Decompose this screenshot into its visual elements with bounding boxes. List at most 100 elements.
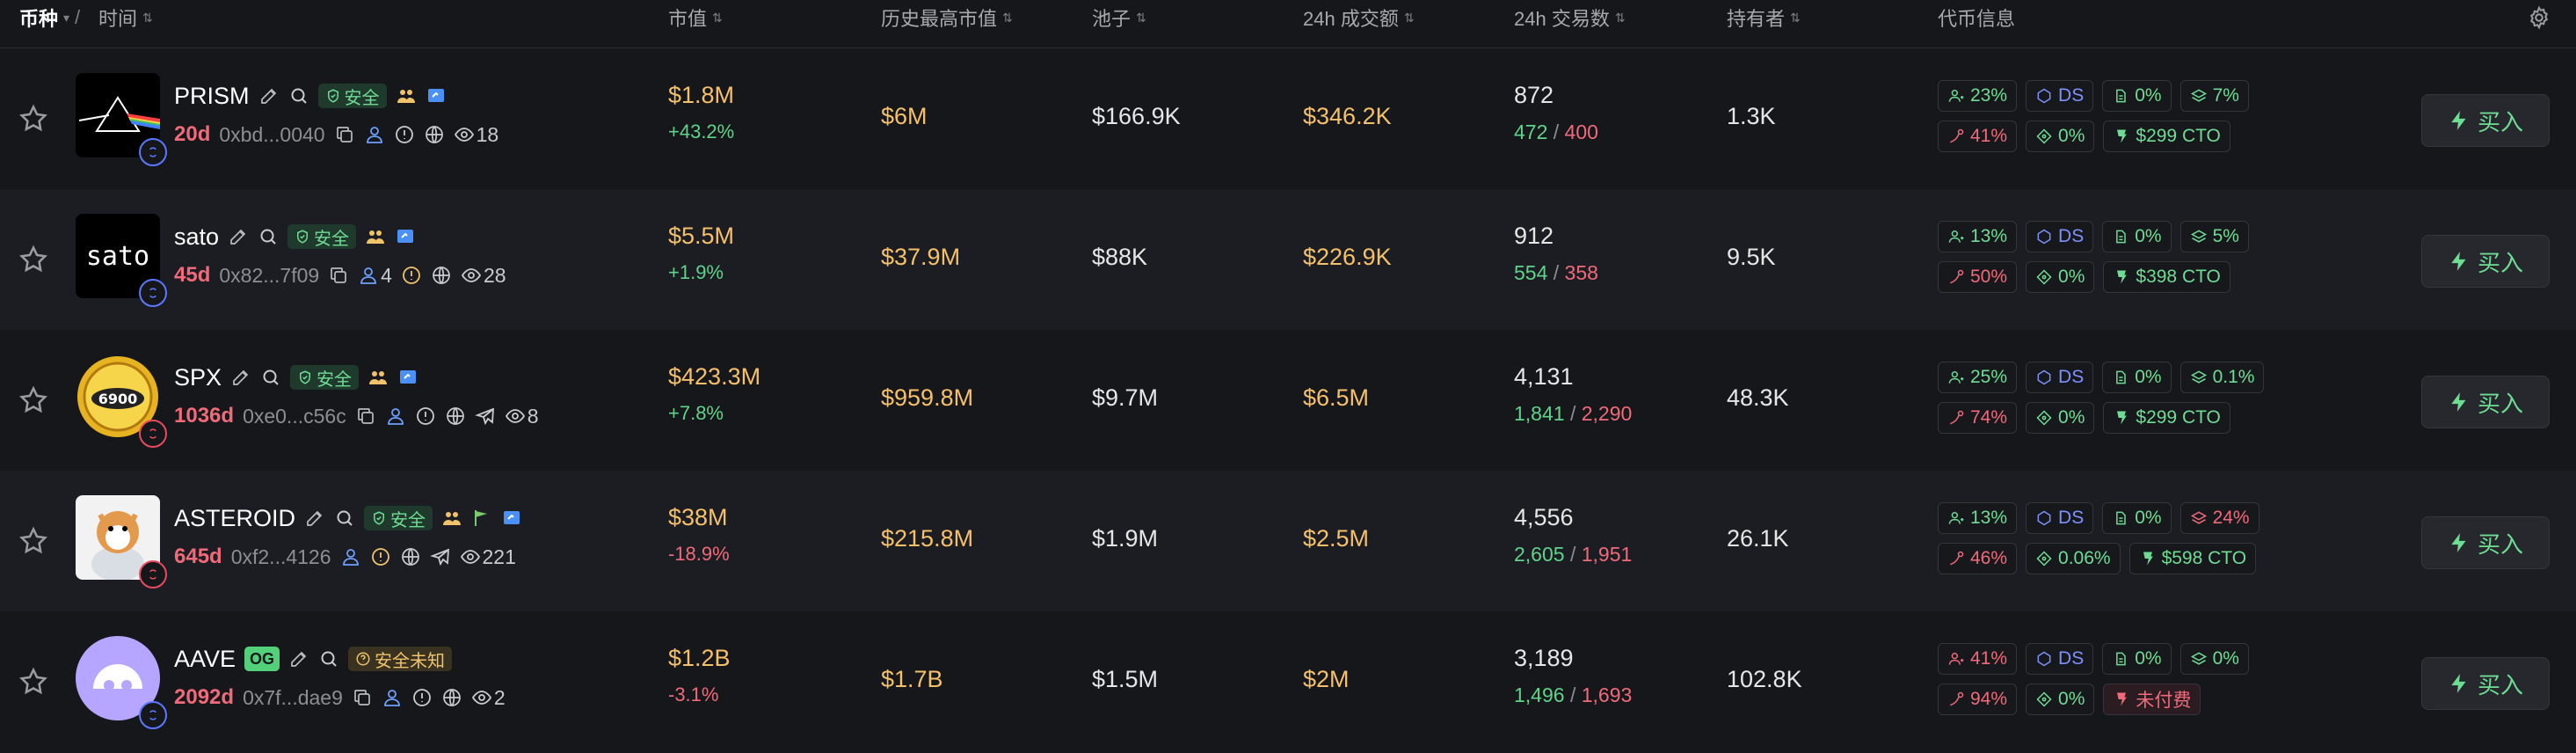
top10-chip[interactable]: 41% (1938, 643, 2018, 675)
sort-holders[interactable]: 持有者 ⇅ (1727, 0, 1801, 35)
cto-chip[interactable]: $598 CTO (2128, 543, 2257, 574)
alert-icon[interactable] (370, 546, 391, 567)
sort-time[interactable]: 时间 ⇅ (98, 0, 153, 35)
token-name[interactable]: ASTEROID (174, 505, 295, 532)
dev-chip[interactable]: 0% (2102, 502, 2172, 534)
alert-icon[interactable] (411, 687, 433, 708)
contract-address[interactable]: 0xf2...4126 (231, 545, 331, 569)
search-icon[interactable] (318, 648, 339, 669)
ds-chip[interactable]: DS (2026, 221, 2094, 252)
buy-button[interactable]: 买入 (2421, 657, 2550, 710)
holder-icon[interactable] (385, 406, 406, 427)
holder-icon[interactable] (364, 124, 385, 145)
website-icon[interactable] (424, 124, 445, 145)
website-icon[interactable] (400, 546, 421, 567)
dev-chip[interactable]: 0% (2102, 362, 2172, 393)
holder-icon[interactable] (358, 265, 379, 286)
favorite-star-icon[interactable] (18, 244, 49, 275)
telegram-icon[interactable] (429, 546, 451, 567)
holder-icon[interactable] (382, 687, 403, 708)
contract-address[interactable]: 0xbd...0040 (219, 123, 324, 147)
edit-icon[interactable] (288, 648, 309, 669)
community-icon[interactable] (396, 85, 417, 106)
flag-icon[interactable] (471, 508, 492, 529)
edit-icon[interactable] (304, 508, 325, 529)
insider-chip[interactable]: 0% (2026, 684, 2095, 715)
insider-chip[interactable]: 0% (2026, 402, 2095, 434)
copy-icon[interactable] (328, 265, 349, 286)
safety-tag[interactable]: 安全 (290, 365, 360, 390)
copy-icon[interactable] (334, 124, 355, 145)
ds-chip[interactable]: DS (2026, 502, 2094, 534)
views-icon[interactable] (505, 406, 526, 427)
buy-button[interactable]: 买入 (2421, 235, 2550, 288)
views-icon[interactable] (471, 687, 492, 708)
lp-chip[interactable]: 0.1% (2179, 362, 2265, 393)
sort-volume[interactable]: 24h 成交额 ⇅ (1303, 0, 1415, 35)
buy-button[interactable]: 买入 (2421, 516, 2550, 569)
insider-chip[interactable]: 0% (2026, 261, 2095, 293)
community-icon[interactable] (441, 508, 462, 529)
alert-icon[interactable] (394, 124, 415, 145)
search-icon[interactable] (288, 85, 309, 106)
cto-chip[interactable]: 未付费 (2103, 684, 2201, 715)
lp-chip[interactable]: 0% (2179, 643, 2249, 675)
table-row[interactable]: sato sato 安全 45d 0x82...7f09 4 28 $5.5M +… (0, 189, 2576, 330)
token-name[interactable]: SPX (174, 364, 222, 391)
edit-icon[interactable] (230, 367, 251, 388)
community-icon[interactable] (365, 226, 386, 247)
contract-address[interactable]: 0x82...7f09 (219, 264, 319, 288)
views-icon[interactable] (461, 265, 482, 286)
table-row[interactable]: PRISM 安全 20d 0xbd...0040 18 $1.8M +43.2%… (0, 48, 2576, 189)
edit-icon[interactable] (258, 85, 280, 106)
gear-icon[interactable] (2527, 5, 2551, 30)
buy-button[interactable]: 买入 (2421, 94, 2550, 147)
alert-icon[interactable] (401, 265, 422, 286)
views-icon[interactable] (460, 546, 481, 567)
copy-icon[interactable] (352, 687, 373, 708)
table-row[interactable]: ASTEROID 安全 645d 0xf2...4126 221 $38M -1… (0, 471, 2576, 611)
ds-chip[interactable]: DS (2026, 362, 2094, 393)
website-icon[interactable] (441, 687, 462, 708)
lp-chip[interactable]: 24% (2179, 502, 2259, 534)
cto-chip[interactable]: $398 CTO (2103, 261, 2230, 293)
sniper-chip[interactable]: 74% (1938, 402, 2018, 434)
insider-chip[interactable]: 0% (2026, 121, 2095, 152)
sniper-chip[interactable]: 50% (1938, 261, 2018, 293)
dev-chip[interactable]: 0% (2102, 643, 2172, 675)
dev-chip[interactable]: 0% (2102, 221, 2172, 252)
token-name[interactable]: PRISM (174, 83, 250, 110)
holder-icon[interactable] (340, 546, 361, 567)
contract-address[interactable]: 0xe0...c56c (243, 405, 346, 428)
top10-chip[interactable]: 13% (1938, 221, 2018, 252)
safety-unknown-tag[interactable]: 安全未知 (348, 647, 453, 671)
token-name[interactable]: AAVE (174, 646, 236, 673)
sort-tx[interactable]: 24h 交易数 ⇅ (1514, 0, 1626, 35)
insider-chip[interactable]: 0.06% (2026, 543, 2121, 574)
lp-chip[interactable]: 5% (2179, 221, 2249, 252)
chat-icon[interactable] (426, 85, 447, 106)
sort-pool[interactable]: 池子 ⇅ (1092, 0, 1146, 35)
sort-coin[interactable]: 币种 ▾ / (19, 0, 80, 35)
ds-chip[interactable]: DS (2026, 80, 2094, 112)
alert-icon[interactable] (415, 406, 436, 427)
copy-icon[interactable] (355, 406, 376, 427)
sniper-chip[interactable]: 41% (1938, 121, 2018, 152)
website-icon[interactable] (431, 265, 452, 286)
chat-icon[interactable] (395, 226, 416, 247)
sniper-chip[interactable]: 46% (1938, 543, 2018, 574)
cto-chip[interactable]: $299 CTO (2103, 121, 2230, 152)
favorite-star-icon[interactable] (18, 666, 49, 698)
safety-tag[interactable]: 安全 (317, 84, 387, 108)
favorite-star-icon[interactable] (18, 103, 49, 135)
sniper-chip[interactable]: 94% (1938, 684, 2018, 715)
cto-chip[interactable]: $299 CTO (2103, 402, 2230, 434)
community-icon[interactable] (367, 367, 389, 388)
top10-chip[interactable]: 23% (1938, 80, 2018, 112)
telegram-icon[interactable] (474, 406, 496, 427)
chat-icon[interactable] (501, 508, 522, 529)
search-icon[interactable] (334, 508, 355, 529)
chat-icon[interactable] (397, 367, 418, 388)
token-name[interactable]: sato (174, 223, 219, 251)
contract-address[interactable]: 0x7f...dae9 (243, 686, 343, 710)
